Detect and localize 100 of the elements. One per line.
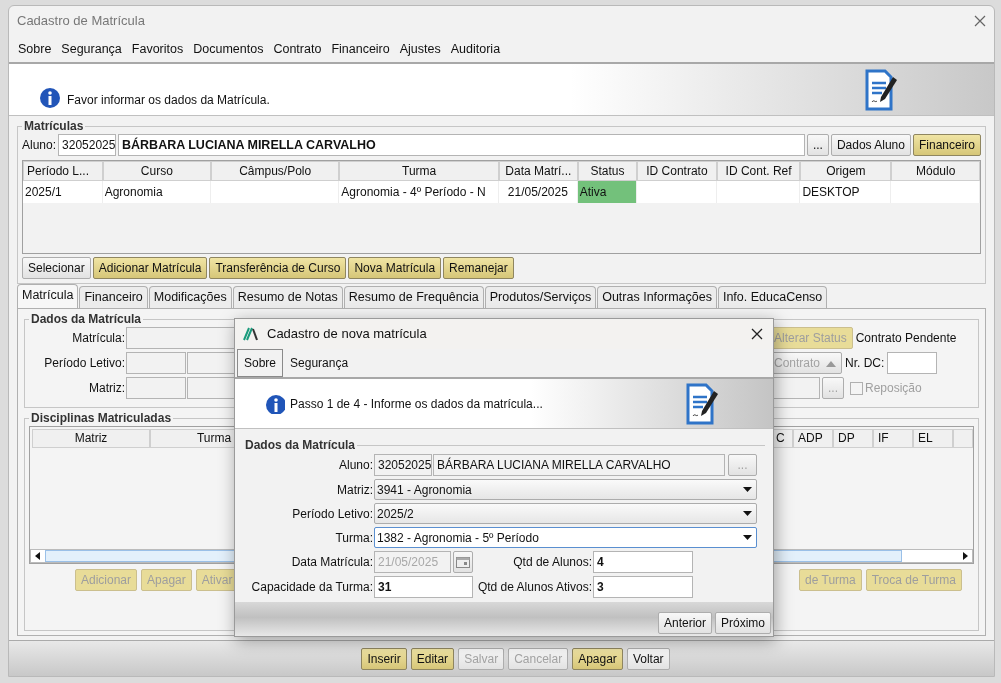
tab[interactable]: Resumo de Frequência [343, 286, 484, 308]
student-name-field[interactable]: BÁRBARA LUCIANA MIRELLA CARVALHO [433, 454, 725, 476]
button[interactable]: Transferência de Curso [209, 257, 347, 279]
dialog-title: Cadastro de nova matrícula [267, 325, 427, 344]
menu-item[interactable]: Segurança [283, 349, 356, 377]
tab[interactable]: Matrícula [17, 284, 79, 308]
input-field[interactable] [126, 377, 186, 399]
field-label: Data Matrícula: [290, 554, 373, 571]
banner-message: Passo 1 de 4 - Informe os dados da matrícula... [290, 395, 543, 413]
menu-item[interactable]: Sobre [237, 349, 284, 377]
student-name-field[interactable]: BÁRBARA LUCIANA MIRELLA CARVALHO [118, 134, 805, 156]
column-header[interactable]: DP [833, 429, 873, 448]
tab[interactable]: Outras Informações [597, 286, 717, 308]
student-id-field[interactable]: 32052025 [374, 454, 432, 476]
column-header[interactable]: Turma [339, 161, 499, 181]
dropdown-value: 3941 - Agronomia [377, 481, 472, 499]
close-icon [974, 15, 986, 27]
column-header[interactable]: Módulo [891, 161, 980, 181]
checkbox-label: Reposição [865, 380, 922, 397]
close-icon [751, 328, 763, 340]
column-header[interactable]: EL [913, 429, 953, 448]
table-cell: 21/05/2025 [498, 181, 578, 203]
tab[interactable]: Financeiro [79, 286, 148, 308]
student-id-field[interactable]: 32052025 [58, 134, 117, 156]
app-logo-icon [243, 327, 259, 341]
tab[interactable]: Resumo de Notas [232, 286, 343, 308]
dropdown[interactable]: 1382 - Agronomia - 5º Período [374, 527, 757, 548]
field-label: Período Letivo: [43, 355, 125, 372]
info-icon [39, 87, 61, 109]
column-header[interactable]: Curso [102, 161, 212, 181]
lookup-button[interactable]: ... [806, 134, 829, 156]
button[interactable]: Adicionar Matrícula [92, 257, 208, 279]
input-field[interactable] [187, 377, 237, 399]
calendar-button[interactable] [453, 551, 473, 573]
tab[interactable]: Modificações [148, 286, 232, 308]
column-header[interactable]: Status [577, 161, 638, 181]
dropdown[interactable]: 3941 - Agronomia [374, 479, 757, 500]
column-header[interactable] [953, 429, 973, 448]
calendar-icon [456, 557, 470, 569]
column-header[interactable]: ID Contrato [637, 161, 717, 181]
menu-item[interactable]: Documentos [188, 37, 269, 61]
table-cell: 2025/1 [23, 181, 103, 203]
dropdown[interactable]: 2025/2 [374, 503, 757, 524]
button[interactable]: Dados Aluno [830, 134, 911, 156]
table-cell: Ativa [577, 181, 638, 203]
column-header[interactable]: Origem [800, 161, 892, 181]
button[interactable]: Financeiro [912, 134, 981, 156]
field-label: Turma: [334, 529, 373, 547]
tab[interactable]: Produtos/Serviços [484, 286, 597, 308]
field-label: Aluno: [337, 457, 373, 474]
group-title: Disciplinas Matriculadas [30, 412, 173, 424]
column-header[interactable]: IF [873, 429, 913, 448]
menu-item[interactable]: Sobre [13, 37, 57, 61]
table-cell: DESKTOP [800, 181, 892, 203]
caret-icon [743, 511, 752, 516]
button[interactable]: Anterior [657, 612, 712, 634]
button[interactable]: Selecionar [22, 257, 91, 279]
column-header[interactable]: Matriz [32, 429, 150, 448]
field-label: Matriz: [88, 380, 125, 397]
field-label: Qtd de Alunos: [512, 554, 592, 571]
button[interactable]: Inserir [361, 647, 407, 670]
button[interactable]: Apagar [572, 647, 623, 670]
column-header[interactable]: ID Cont. Ref [716, 161, 801, 181]
field-label: Matriz: [336, 481, 373, 499]
column-header[interactable]: Câmpus/Polo [211, 161, 340, 181]
input-field[interactable]: 31 [374, 576, 473, 598]
column-header[interactable]: Período L... [23, 161, 103, 181]
button[interactable]: Voltar [626, 647, 670, 670]
input-field[interactable] [126, 352, 186, 374]
contract-status: Contrato Pendente [855, 330, 957, 347]
menu-item[interactable]: Favoritos [126, 37, 189, 61]
button[interactable]: Próximo [715, 612, 771, 634]
button[interactable]: Nova Matrícula [348, 257, 442, 279]
field-label: Capacidade da Turma: [250, 579, 373, 596]
window-title: Cadastro de Matrícula [17, 12, 145, 31]
menu-item[interactable]: Contrato [268, 37, 327, 61]
button[interactable]: Editar [410, 647, 455, 670]
input-field[interactable]: 3 [593, 576, 693, 598]
menu-item[interactable]: Ajustes [394, 37, 446, 61]
tab[interactable]: Info. EducaCenso [717, 286, 828, 308]
input-field[interactable] [126, 327, 237, 349]
info-icon [265, 393, 285, 414]
caret-icon [743, 487, 752, 492]
input-field[interactable] [887, 352, 938, 374]
dropdown-value: 1382 - Agronomia - 5º Período [377, 529, 539, 547]
menu-item[interactable]: Auditoria [445, 37, 506, 61]
dropdown-value: 2025/2 [377, 505, 414, 523]
menu-item[interactable]: Financeiro [326, 37, 395, 61]
menu-item[interactable]: Segurança [56, 37, 127, 61]
field-label: Nr. DC: [845, 355, 885, 372]
table-cell: Agronomia [102, 181, 212, 203]
input-field[interactable] [187, 352, 237, 374]
field-label: Qtd de Alunos Ativos: [476, 579, 592, 596]
input-field[interactable]: 4 [593, 551, 693, 573]
group-title: Matrículas [23, 120, 85, 132]
button[interactable]: Remanejar [443, 257, 514, 279]
column-header[interactable]: Data Matrí... [498, 161, 578, 181]
column-header[interactable]: ADP [793, 429, 833, 448]
field-label: Aluno: [22, 137, 57, 154]
field-label: Matrícula: [71, 330, 125, 347]
